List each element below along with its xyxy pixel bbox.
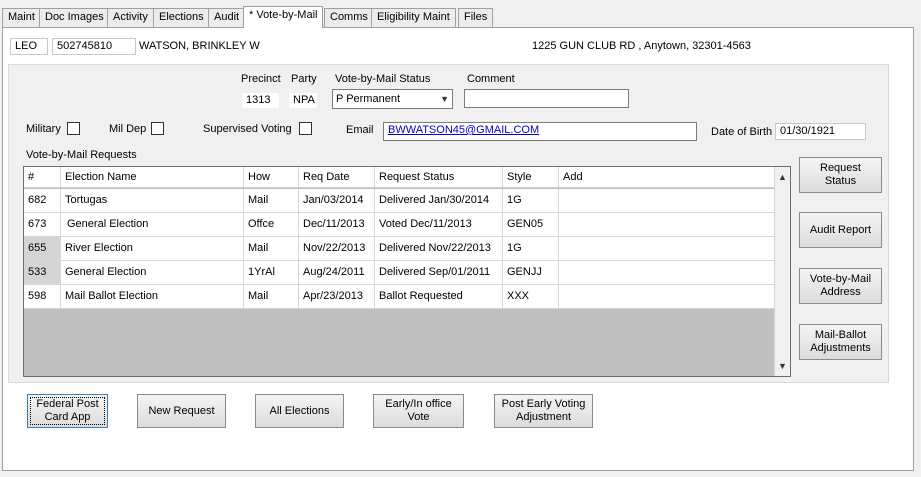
table-row[interactable]: 673 General Election Offce Dec/11/2013 V…	[24, 213, 774, 237]
email-link[interactable]: BWWATSON45@GMAIL.COM	[388, 124, 539, 136]
post-early-voting-adjustment-button[interactable]: Post Early Voting Adjustment	[494, 394, 593, 428]
request-status-button[interactable]: Request Status	[799, 157, 882, 193]
cell-status: Ballot Requested	[375, 285, 503, 308]
cell-style: 1G	[503, 237, 559, 260]
col-style-header[interactable]: Style	[503, 167, 559, 187]
cell-add	[559, 285, 774, 308]
col-req-date-header[interactable]: Req Date	[299, 167, 375, 187]
col-add-header[interactable]: Add	[559, 167, 774, 187]
tab-doc-images[interactable]: Doc Images	[39, 8, 110, 27]
cell-how: Offce	[244, 213, 299, 236]
cell-election: Tortugas	[61, 189, 244, 212]
table-row[interactable]: 598 Mail Ballot Election Mail Apr/23/201…	[24, 285, 774, 309]
cell-election: General Election	[61, 261, 244, 284]
precinct-value: 1313	[241, 92, 280, 109]
cell-num: 533	[24, 261, 61, 284]
cell-req-date: Aug/24/2011	[299, 261, 375, 284]
dob-field: 01/30/1921	[775, 123, 866, 140]
cell-status: Voted Dec/11/2013	[375, 213, 503, 236]
dob-label: Date of Birth	[711, 126, 773, 138]
cell-req-date: Nov/22/2013	[299, 237, 375, 260]
cell-style: 1G	[503, 189, 559, 212]
grid-scrollbar[interactable]: ▲ ▼	[774, 167, 790, 376]
precinct-label: Precinct	[241, 73, 281, 85]
cell-status: Delivered Sep/01/2011	[375, 261, 503, 284]
tab-activity[interactable]: Activity	[107, 8, 154, 27]
cell-add	[559, 189, 774, 212]
scroll-down-icon[interactable]: ▼	[775, 358, 790, 374]
cell-style: GEN05	[503, 213, 559, 236]
cell-add	[559, 237, 774, 260]
cell-election: Mail Ballot Election	[61, 285, 244, 308]
cell-election: General Election	[61, 213, 244, 236]
military-label: Military	[26, 123, 61, 135]
vote-by-mail-address-button[interactable]: Vote-by-Mail Address	[799, 268, 882, 304]
cell-add	[559, 261, 774, 284]
vbm-status-label: Vote-by-Mail Status	[335, 73, 431, 85]
county-code-field: LEO	[10, 38, 48, 55]
audit-report-button[interactable]: Audit Report	[799, 212, 882, 248]
cell-add	[559, 213, 774, 236]
col-election-header[interactable]: Election Name	[61, 167, 244, 187]
tab-files[interactable]: Files	[458, 8, 494, 27]
tab-eligibility-maint[interactable]: Eligibility Maint	[371, 8, 456, 27]
cell-election: River Election	[61, 237, 244, 260]
new-request-button[interactable]: New Request	[137, 394, 226, 428]
cell-num: 682	[24, 189, 61, 212]
requests-grid: # Election Name How Req Date Request Sta…	[23, 166, 791, 377]
voter-name: WATSON, BRINKLEY W	[139, 40, 260, 52]
vbm-status-selected-value: P Permanent	[336, 93, 401, 105]
col-how-header[interactable]: How	[244, 167, 299, 187]
cell-how: Mail	[244, 189, 299, 212]
comment-input[interactable]	[464, 89, 629, 108]
cell-num: 673	[24, 213, 61, 236]
scroll-up-icon[interactable]: ▲	[775, 169, 790, 185]
tab-comms[interactable]: Comms	[324, 8, 374, 27]
cell-how: Mail	[244, 237, 299, 260]
cell-status: Delivered Nov/22/2013	[375, 237, 503, 260]
party-value: NPA	[288, 92, 318, 109]
cell-style: XXX	[503, 285, 559, 308]
mil-dep-label: Mil Dep	[109, 123, 147, 135]
chevron-down-icon: ▼	[440, 94, 449, 104]
table-row[interactable]: 655 River Election Mail Nov/22/2013 Deli…	[24, 237, 774, 261]
tab-maint[interactable]: Maint	[2, 8, 41, 27]
mail-ballot-adjustments-button[interactable]: Mail-Ballot Adjustments	[799, 324, 882, 360]
cell-num: 655	[24, 237, 61, 260]
email-input[interactable]: BWWATSON45@GMAIL.COM	[383, 122, 697, 141]
federal-post-card-app-button[interactable]: Federal Post Card App	[27, 394, 108, 428]
party-label: Party	[291, 73, 317, 85]
supervised-voting-checkbox[interactable]	[299, 122, 312, 135]
cell-status: Delivered Jan/30/2014	[375, 189, 503, 212]
military-checkbox[interactable]	[67, 122, 80, 135]
cell-how: Mail	[244, 285, 299, 308]
voter-address: 1225 GUN CLUB RD , Anytown, 32301-4563	[532, 40, 751, 52]
early-in-office-vote-button[interactable]: Early/In office Vote	[373, 394, 464, 428]
cell-how: 1YrAl	[244, 261, 299, 284]
table-row[interactable]: 533 General Election 1YrAl Aug/24/2011 D…	[24, 261, 774, 285]
tab-audit[interactable]: Audit	[208, 8, 246, 27]
email-label: Email	[346, 124, 374, 136]
mil-dep-checkbox[interactable]	[151, 122, 164, 135]
col-num-header[interactable]: #	[24, 167, 61, 187]
col-status-header[interactable]: Request Status	[375, 167, 503, 187]
voter-id-field: 502745810	[52, 38, 136, 55]
cell-num: 598	[24, 285, 61, 308]
all-elections-button[interactable]: All Elections	[255, 394, 344, 428]
table-row[interactable]: 682 Tortugas Mail Jan/03/2014 Delivered …	[24, 189, 774, 213]
vbm-status-select[interactable]: P Permanent ▼	[332, 89, 453, 109]
supervised-voting-label: Supervised Voting	[203, 123, 292, 135]
cell-style: GENJJ	[503, 261, 559, 284]
cell-req-date: Jan/03/2014	[299, 189, 375, 212]
cell-req-date: Apr/23/2013	[299, 285, 375, 308]
comment-label: Comment	[467, 73, 515, 85]
tab-vote-by-mail[interactable]: * Vote-by-Mail	[243, 6, 324, 28]
cell-req-date: Dec/11/2013	[299, 213, 375, 236]
grid-header: # Election Name How Req Date Request Sta…	[24, 167, 774, 188]
requests-section-title: Vote-by-Mail Requests	[26, 149, 137, 161]
tab-elections[interactable]: Elections	[153, 8, 210, 27]
